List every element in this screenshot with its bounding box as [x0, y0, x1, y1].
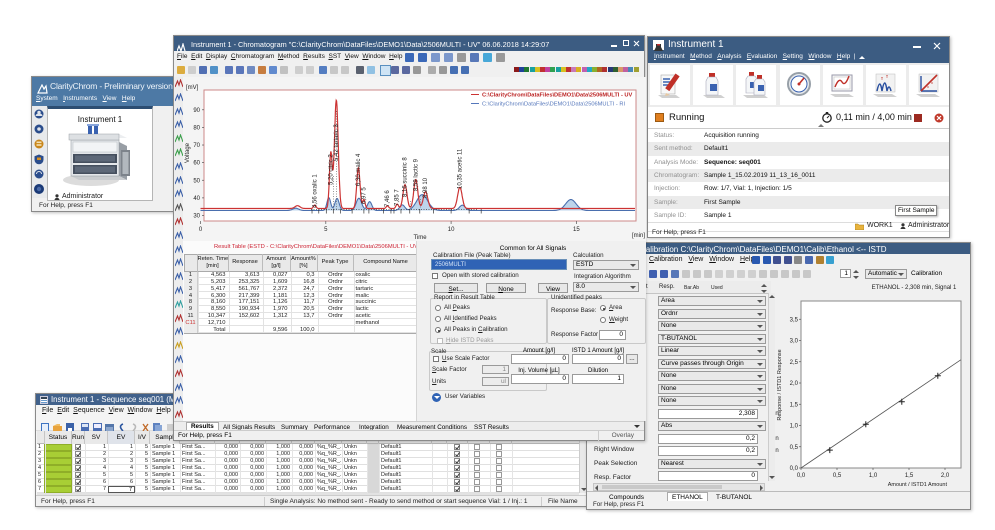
svg-text:40: 40: [193, 196, 200, 202]
svg-text:5,42 tartaric 3: 5,42 tartaric 3: [334, 124, 340, 161]
svg-text:2,5: 2,5: [790, 360, 799, 366]
svg-text:C:\ClarityChrom\DataFiles\DEMO: C:\ClarityChrom\DataFiles\DEMO1\Data\250…: [482, 102, 625, 108]
svg-text:0,0: 0,0: [797, 473, 806, 479]
svg-text:10,35 acetic 11: 10,35 acetic 11: [457, 148, 463, 189]
svg-text:30: 30: [193, 214, 200, 220]
svg-text:0,0: 0,0: [790, 466, 799, 472]
svg-text:8,16 succinic 8: 8,16 succinic 8: [403, 157, 409, 197]
svg-text:15: 15: [573, 227, 580, 233]
svg-text:1,0: 1,0: [869, 473, 878, 479]
svg-text:7,46 6: 7,46 6: [385, 190, 391, 207]
svg-text:2,0: 2,0: [941, 473, 950, 479]
svg-text:90: 90: [193, 108, 200, 114]
svg-text:4,56 oxalic 1: 4,56 oxalic 1: [312, 174, 318, 208]
svg-text:1,0: 1,0: [790, 424, 799, 430]
svg-text:8,59 lactic 9: 8,59 lactic 9: [413, 158, 419, 191]
svg-text:Voltage: Voltage: [185, 142, 191, 163]
svg-text:Amount / ISTD1 Amount: Amount / ISTD1 Amount: [888, 482, 948, 488]
svg-text:10: 10: [448, 227, 455, 233]
svg-text:60: 60: [193, 161, 200, 167]
svg-text:8,98 10: 8,98 10: [423, 177, 429, 198]
svg-text:0,5: 0,5: [790, 445, 799, 451]
svg-text:6,30 malic 4: 6,30 malic 4: [356, 153, 362, 186]
svg-text:50: 50: [193, 178, 200, 184]
svg-text:Response / ISTD1 Response: Response / ISTD1 Response: [777, 349, 783, 420]
svg-text:0: 0: [199, 227, 203, 233]
svg-text:3,0: 3,0: [790, 339, 799, 345]
svg-text:[mV]: [mV]: [186, 85, 199, 91]
svg-text:80: 80: [193, 125, 200, 131]
svg-text:[min]: [min]: [632, 233, 645, 239]
svg-text:2,0: 2,0: [790, 381, 799, 387]
svg-text:ETHANOL - 2,308 min, Signal 1: ETHANOL - 2,308 min, Signal 1: [872, 285, 957, 291]
svg-text:0,5: 0,5: [833, 473, 842, 479]
svg-text:1,5: 1,5: [790, 402, 799, 408]
svg-text:1,5: 1,5: [905, 473, 914, 479]
svg-text:C:\ClarityChrom\DataFiles\DEMO: C:\ClarityChrom\DataFiles\DEMO1\Data\250…: [482, 93, 633, 99]
svg-text:7,85 7: 7,85 7: [395, 189, 401, 206]
svg-text:3,5: 3,5: [790, 317, 799, 323]
svg-text:70: 70: [193, 143, 200, 149]
svg-text:6,97 5: 6,97 5: [361, 187, 367, 204]
svg-text:5: 5: [324, 227, 328, 233]
